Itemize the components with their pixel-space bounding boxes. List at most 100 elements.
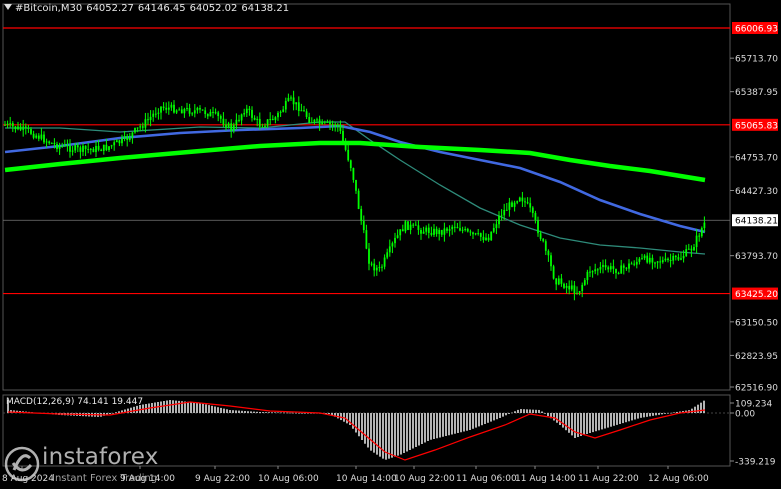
macd-histogram-bar: [376, 413, 378, 455]
time-axis-label: 10 Aug 22:00: [394, 474, 455, 484]
candle-body: [609, 266, 612, 270]
candle-body: [664, 258, 667, 261]
candle-body: [487, 237, 490, 241]
candle-body: [43, 134, 45, 143]
candle-body: [516, 201, 519, 203]
macd-histogram-bar: [616, 413, 618, 425]
macd-histogram-bar: [370, 413, 372, 451]
candle-body: [136, 127, 139, 129]
candle-body: [643, 255, 646, 259]
candle-body: [440, 229, 443, 235]
macd-histogram-bar: [607, 413, 609, 428]
macd-histogram-bar: [283, 412, 285, 414]
macd-histogram-bar: [466, 413, 468, 431]
time-axis-label: 11 Aug 14:00: [515, 474, 576, 484]
candle-body: [687, 248, 690, 250]
chart-canvas[interactable]: 65713.70 65387.95 64753.70 64427.30 63793.70…: [0, 0, 781, 489]
candle-body: [321, 121, 324, 125]
candle-body: [87, 148, 90, 150]
macd-indicator-label: MACD(12,26,9) 74.141 19.447: [6, 397, 144, 407]
macd-histogram-bar: [268, 412, 270, 413]
macd-histogram-bar: [430, 413, 432, 440]
candle-body: [191, 113, 194, 115]
macd-histogram-bar: [418, 413, 420, 446]
candle-body: [152, 113, 155, 117]
candle-body: [292, 97, 295, 105]
candle-body: [409, 224, 412, 230]
candle-body: [63, 144, 66, 147]
candle-body: [69, 145, 71, 152]
candle-body: [113, 142, 116, 146]
candle-body: [277, 112, 279, 118]
macd-histogram-bar: [112, 413, 114, 414]
current-price-label: 64138.21: [735, 217, 778, 227]
macd-histogram-bar: [640, 413, 642, 418]
macd-histogram-bar: [469, 413, 471, 430]
macd-histogram-bar: [394, 413, 396, 457]
candle-body: [599, 266, 602, 270]
macd-histogram-bar: [298, 412, 300, 414]
candle-body: [300, 110, 303, 112]
candle-body: [526, 202, 529, 204]
candle-body: [544, 241, 547, 251]
macd-histogram-bar: [487, 413, 489, 423]
candle-body: [123, 136, 126, 139]
candle-body: [334, 124, 337, 127]
candle-body: [524, 201, 526, 203]
macd-histogram-bar: [256, 411, 258, 413]
candle-body: [602, 265, 604, 267]
candle-body: [373, 263, 376, 271]
candle-body: [141, 126, 144, 128]
logo-name: instaforex: [42, 444, 159, 470]
time-axis-label: 11 Aug 22:00: [578, 474, 639, 484]
candle-body: [201, 109, 204, 111]
candle-body: [50, 142, 53, 144]
macd-histogram-bar: [379, 413, 381, 457]
time-axis-label: 11 Aug 06:00: [456, 474, 517, 484]
macd-histogram-bar: [661, 413, 663, 415]
candle-body: [570, 285, 573, 290]
candle-body: [204, 110, 207, 115]
candle-body: [430, 232, 433, 235]
candle-body: [537, 220, 539, 234]
candle-body: [453, 226, 456, 228]
candle-body: [394, 237, 396, 244]
level-price-label: 65065.83: [735, 121, 778, 131]
candle-body: [115, 140, 118, 143]
price-tick-label: 64753.70: [735, 153, 778, 163]
candle-body: [48, 141, 51, 144]
candle-body: [378, 267, 381, 269]
macd-histogram-bar: [583, 413, 585, 435]
candle-body: [495, 224, 498, 228]
macd-histogram-bar: [538, 409, 540, 413]
candle-body: [459, 228, 461, 231]
candle-body: [235, 119, 238, 126]
macd-histogram-bar: [460, 413, 462, 433]
candle-body: [417, 225, 420, 230]
candle-body: [212, 111, 214, 113]
candle-body: [656, 261, 659, 263]
candle-body: [100, 149, 103, 151]
collapse-triangle-icon[interactable]: [4, 4, 12, 10]
candle-body: [71, 150, 74, 152]
macd-histogram-bar: [346, 413, 348, 424]
macd-histogram-bar: [286, 412, 288, 414]
macd-histogram-bar: [415, 413, 417, 447]
candle-body: [565, 285, 568, 288]
candle-body: [596, 269, 599, 271]
candle-body: [680, 258, 682, 260]
candle-body: [303, 110, 305, 112]
macd-histogram-bar: [658, 413, 660, 415]
macd-histogram-bar: [655, 413, 657, 416]
candle-body: [669, 260, 672, 262]
macd-histogram-bar: [442, 413, 444, 437]
macd-histogram-bar: [511, 412, 513, 414]
candle-body: [511, 202, 513, 207]
candle-body: [578, 291, 581, 293]
candle-body: [183, 109, 186, 114]
candle-body: [316, 119, 318, 121]
macd-histogram-bar: [580, 413, 582, 436]
macd-histogram-bar: [253, 411, 255, 413]
candle-body: [238, 119, 240, 121]
macd-histogram-bar: [559, 413, 561, 425]
